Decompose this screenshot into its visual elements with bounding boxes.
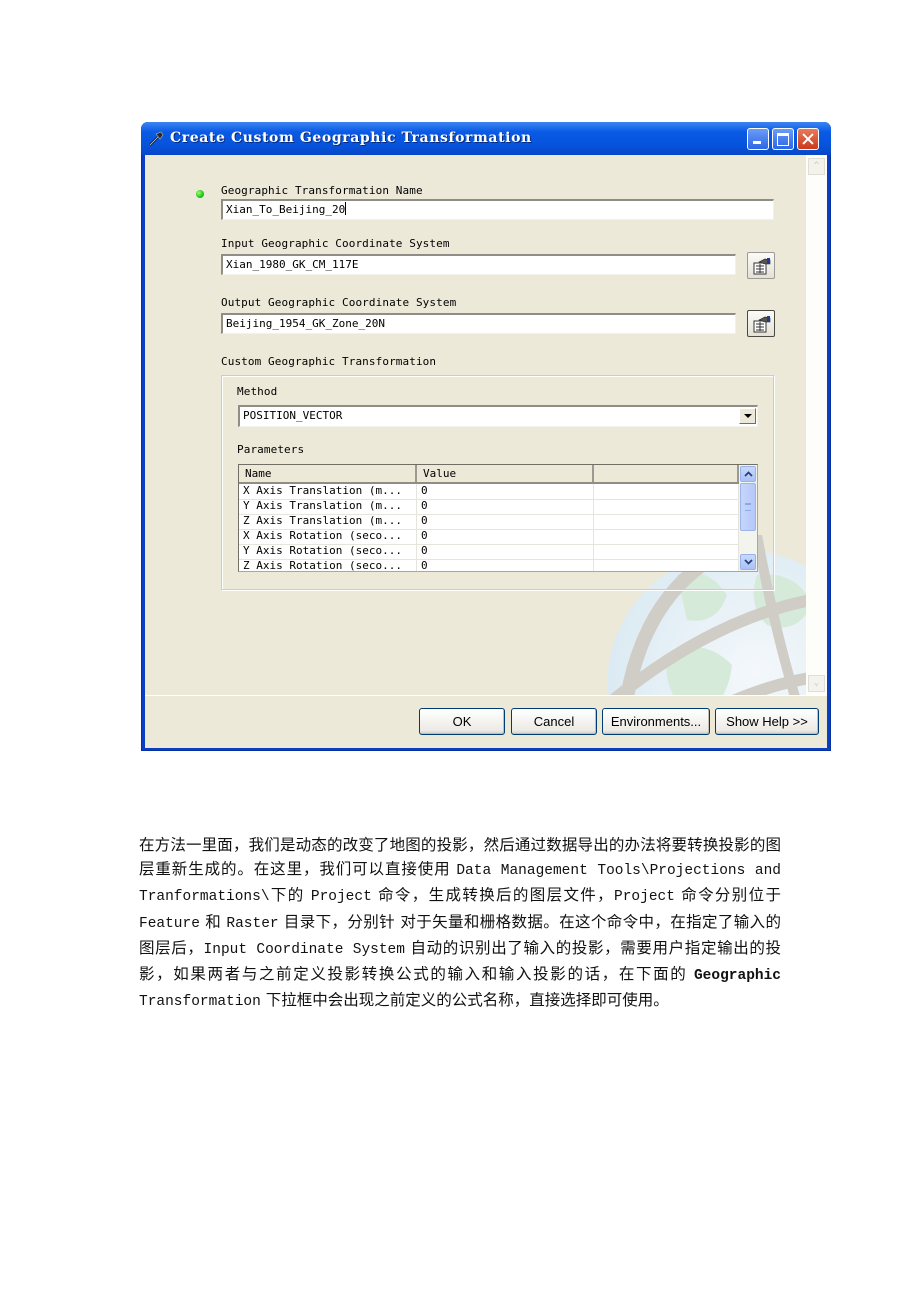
- table-scrollbar[interactable]: [739, 465, 757, 571]
- command-name-text: Project: [614, 889, 675, 906]
- text-run: 和: [199, 912, 227, 931]
- required-field-indicator-icon: [196, 190, 204, 198]
- custom-transformation-label: Custom Geographic Transformation: [221, 355, 437, 368]
- command-name-text: Project: [310, 889, 372, 906]
- param-extra-cell: [594, 544, 739, 559]
- method-label: Method: [237, 385, 278, 398]
- transformation-name-value: Xian_To_Beijing_20: [226, 203, 346, 216]
- param-value-cell[interactable]: 0: [417, 484, 594, 499]
- text-run: 命令分别位于: [674, 886, 781, 905]
- output-gcs-input[interactable]: Beijing_1954_GK_Zone_20N: [221, 313, 736, 334]
- cancel-button[interactable]: Cancel: [511, 708, 597, 735]
- scroll-thumb[interactable]: [740, 483, 756, 531]
- param-extra-cell: [594, 514, 739, 529]
- table-row[interactable]: X Axis Translation (m... 0: [239, 484, 739, 500]
- parameter-name-text: Input Coordinate System: [203, 941, 405, 958]
- param-value-cell[interactable]: 0: [417, 499, 594, 514]
- minimize-icon[interactable]: [747, 128, 769, 150]
- dialog-title: Create Custom Geographic Transformation: [170, 130, 532, 146]
- custom-transformation-group: Method POSITION_VECTOR Parameters Name V…: [221, 375, 774, 590]
- table-row[interactable]: Z Axis Translation (m... 0: [239, 514, 739, 530]
- table-row[interactable]: Y Axis Translation (m... 0: [239, 499, 739, 515]
- param-name-cell: Z Axis Translation (m...: [239, 514, 417, 529]
- param-name-cell: Z Axis Rotation (seco...: [239, 559, 417, 571]
- maximize-icon[interactable]: [772, 128, 794, 150]
- param-name-cell: X Axis Translation (m...: [239, 484, 417, 499]
- toolset-name-text: Feature: [139, 915, 200, 932]
- parameters-panel: Geographic Transformation Name Xian_To_B…: [145, 155, 806, 695]
- param-name-cell: Y Axis Rotation (seco...: [239, 544, 417, 559]
- input-gcs-label: Input Geographic Coordinate System: [221, 237, 450, 250]
- title-bar[interactable]: Create Custom Geographic Transformation: [141, 122, 831, 155]
- bold-keyword-text: Geographic: [693, 968, 781, 985]
- method-selected-value: POSITION_VECTOR: [243, 409, 343, 422]
- param-extra-cell: [594, 499, 739, 514]
- chevron-up-icon[interactable]: ^: [808, 158, 825, 175]
- parameters-label: Parameters: [237, 443, 305, 456]
- create-custom-geographic-transformation-dialog: Create Custom Geographic Transformation: [141, 122, 831, 751]
- parameters-table: Name Value X Axis Translation (m... 0 Y …: [238, 464, 758, 572]
- environments-button[interactable]: Environments...: [602, 708, 710, 735]
- column-header-extra[interactable]: [594, 465, 739, 482]
- param-value-cell[interactable]: 0: [417, 559, 594, 571]
- param-value-cell[interactable]: 0: [417, 529, 594, 544]
- ok-button[interactable]: OK: [419, 708, 505, 735]
- param-extra-cell: [594, 529, 739, 544]
- chevron-down-icon[interactable]: ⌄: [808, 675, 825, 692]
- param-value-cell[interactable]: 0: [417, 514, 594, 529]
- param-name-cell: Y Axis Translation (m...: [239, 499, 417, 514]
- chevron-down-icon: [744, 559, 753, 565]
- input-gcs-browse-button[interactable]: [747, 252, 775, 279]
- coordinate-system-properties-icon: [753, 316, 771, 333]
- transformation-name-label: Geographic Transformation Name: [221, 184, 423, 197]
- parameter-name-text: Transformation: [139, 994, 261, 1011]
- column-header-value[interactable]: Value: [417, 465, 594, 482]
- close-icon[interactable]: [797, 128, 819, 150]
- scroll-down-button[interactable]: [740, 554, 756, 570]
- chevron-down-icon[interactable]: [739, 408, 756, 424]
- param-extra-cell: [594, 559, 739, 571]
- chevron-up-icon: [744, 471, 753, 477]
- document-paragraph: 在方法一里面，我们是动态的改变了地图的投影，然后通过数据导出的办法将要转换投影的…: [139, 833, 781, 1014]
- output-gcs-browse-button[interactable]: [747, 310, 775, 337]
- text-run: 下的: [269, 886, 311, 905]
- output-gcs-label: Output Geographic Coordinate System: [221, 296, 457, 309]
- panel-scrollbar[interactable]: ^ ⌄: [806, 155, 827, 695]
- coordinate-system-properties-icon: [753, 258, 771, 275]
- param-extra-cell: [594, 484, 739, 499]
- dialog-client-area: Geographic Transformation Name Xian_To_B…: [145, 155, 827, 748]
- table-header: Name Value: [239, 465, 739, 484]
- input-gcs-input[interactable]: Xian_1980_GK_CM_117E: [221, 254, 736, 275]
- table-row[interactable]: Z Axis Rotation (seco... 0: [239, 559, 739, 571]
- table-row[interactable]: Y Axis Rotation (seco... 0: [239, 544, 739, 560]
- text-run: 命令，生成转换后的图层文件，: [371, 886, 615, 905]
- text-run: 下拉框中会出现之前定义的公式名称，直接选择即可使用。: [260, 991, 669, 1010]
- toolset-name-text: Raster: [226, 915, 279, 932]
- param-value-cell[interactable]: 0: [417, 544, 594, 559]
- text-caret: [345, 202, 347, 215]
- column-header-name[interactable]: Name: [239, 465, 417, 482]
- dialog-button-bar: OK Cancel Environments... Show Help >>: [145, 695, 827, 748]
- scroll-up-button[interactable]: [740, 466, 756, 482]
- method-dropdown[interactable]: POSITION_VECTOR: [238, 405, 758, 427]
- table-row[interactable]: X Axis Rotation (seco... 0: [239, 529, 739, 545]
- param-name-cell: X Axis Rotation (seco...: [239, 529, 417, 544]
- hammer-tool-icon: [147, 130, 165, 148]
- transformation-name-input[interactable]: Xian_To_Beijing_20: [221, 199, 774, 220]
- show-help-button[interactable]: Show Help >>: [715, 708, 819, 735]
